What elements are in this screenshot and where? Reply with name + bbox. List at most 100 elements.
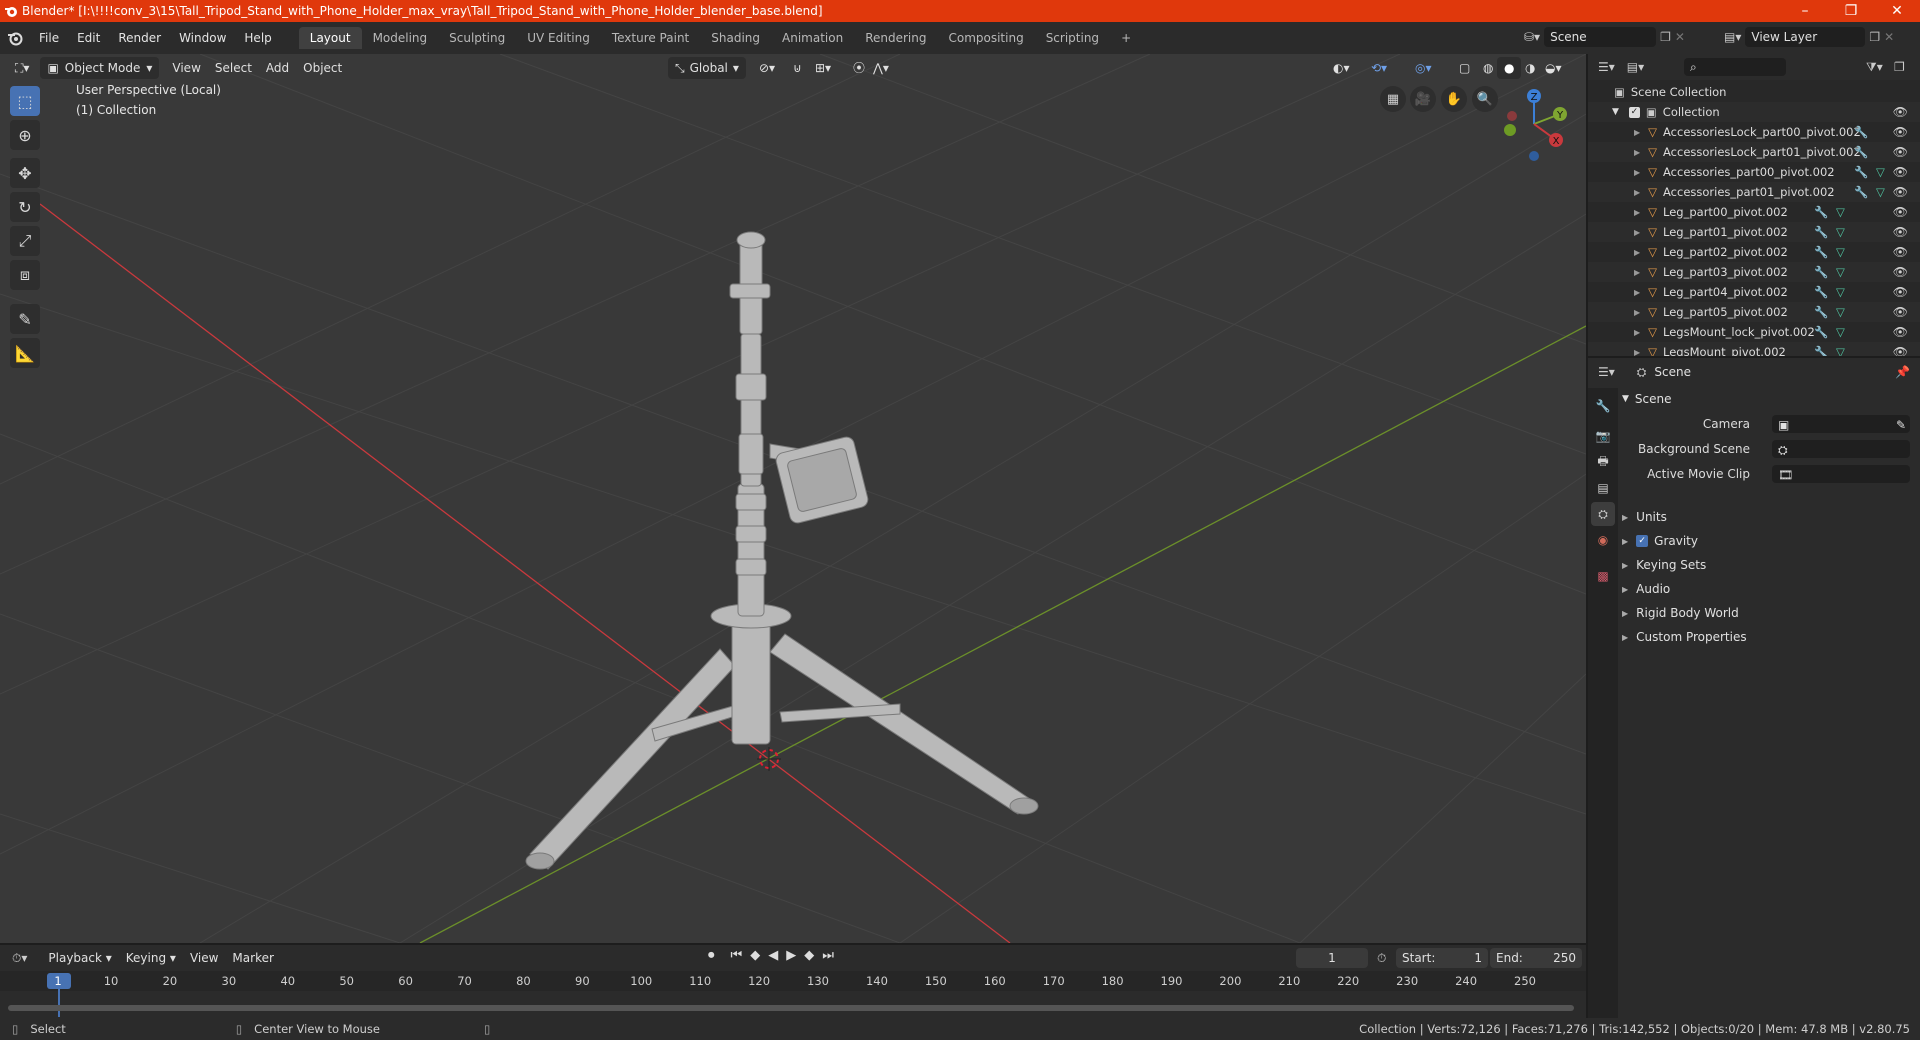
timeline-menu-view[interactable]: View	[183, 947, 225, 969]
scene-tab-icon[interactable]: ⛭	[1591, 502, 1615, 526]
viewport-menu-select[interactable]: Select	[208, 57, 259, 79]
modifier-icon[interactable]: 🔧	[1814, 325, 1828, 339]
eye-icon[interactable]: 👁	[1893, 125, 1908, 139]
eye-icon[interactable]: 👁	[1893, 105, 1908, 119]
output-tab-icon[interactable]: 🖶	[1591, 450, 1615, 474]
tab-compositing[interactable]: Compositing	[937, 27, 1034, 49]
3d-cursor-icon[interactable]	[757, 747, 781, 771]
expand-arrow-icon[interactable]: ▶	[1634, 228, 1640, 237]
expand-arrow-icon[interactable]: ▶	[1634, 208, 1640, 217]
properties-editor-type-icon[interactable]: ☰▾	[1598, 365, 1615, 379]
background-scene-field[interactable]: ⛭	[1772, 440, 1910, 458]
editor-type-icon[interactable]: ⛶▾	[8, 57, 36, 79]
prev-keyframe-icon[interactable]: ◆	[750, 948, 760, 963]
mesh-data-icon[interactable]: ▽	[1836, 325, 1845, 339]
view-layer-field[interactable]: View Layer	[1745, 27, 1866, 47]
cursor-tool-icon[interactable]: ⊕	[10, 120, 40, 150]
mesh-data-icon[interactable]: ▽	[1836, 225, 1845, 239]
tab-shading[interactable]: Shading	[700, 27, 771, 49]
eye-icon[interactable]: 👁	[1893, 325, 1908, 339]
transform-tool-icon[interactable]: ⧈	[10, 260, 40, 290]
tab-animation[interactable]: Animation	[771, 27, 854, 49]
new-scene-icon[interactable]: ❐	[1660, 30, 1671, 44]
display-mode-icon[interactable]: ▤▾	[1627, 60, 1644, 74]
eyedropper-icon[interactable]: ✎	[1896, 415, 1906, 435]
snap-target-icon[interactable]: ⊞▾	[808, 57, 838, 79]
world-tab-icon[interactable]: ◉	[1591, 528, 1615, 552]
pin-icon[interactable]: 📌	[1895, 365, 1910, 379]
render-tab-icon[interactable]: 📷	[1591, 424, 1615, 448]
jump-start-icon[interactable]: ⏮	[731, 948, 743, 963]
outliner-search-input[interactable]: ⌕	[1684, 58, 1786, 76]
modifier-icon[interactable]: 🔧	[1854, 125, 1868, 139]
expand-arrow-icon[interactable]: ▼	[1612, 107, 1619, 117]
pan-view-icon[interactable]: ✋	[1441, 86, 1467, 112]
blender-menu-icon[interactable]	[0, 30, 30, 46]
eye-icon[interactable]: 👁	[1893, 145, 1908, 159]
tool-tab-icon[interactable]: 🔧	[1591, 394, 1615, 418]
outliner-row-scene-collection[interactable]: ▣ Scene Collection	[1588, 82, 1920, 102]
outliner-item-row[interactable]: ▶ ▽ Accessories_part01_pivot.002 🔧 ▽ 👁	[1588, 182, 1920, 202]
expand-arrow-icon[interactable]: ▶	[1634, 188, 1640, 197]
tab-modeling[interactable]: Modeling	[362, 27, 439, 49]
mesh-data-icon[interactable]: ▽	[1836, 265, 1845, 279]
outliner-item-row[interactable]: ▶ ▽ Leg_part05_pivot.002 🔧 ▽ 👁	[1588, 302, 1920, 322]
tab-texture-paint[interactable]: Texture Paint	[601, 27, 700, 49]
move-tool-icon[interactable]: ✥	[10, 158, 40, 188]
remove-view-layer-icon[interactable]: ✕	[1884, 30, 1894, 44]
current-frame-field[interactable]: 1	[1296, 948, 1368, 968]
timeline-menu-playback[interactable]: Playback ▾	[41, 947, 118, 969]
panel-keying-sets[interactable]: ▶ Keying Sets	[1622, 554, 1916, 576]
expand-arrow-icon[interactable]: ▶	[1634, 248, 1640, 257]
end-frame-field[interactable]: End: 250	[1490, 948, 1582, 968]
tab-scripting[interactable]: Scripting	[1035, 27, 1110, 49]
new-collection-icon[interactable]: ❐	[1894, 60, 1905, 74]
start-frame-field[interactable]: Start: 1	[1396, 948, 1488, 968]
active-movie-clip-field[interactable]: 🎞	[1772, 465, 1910, 483]
filter-icon[interactable]: ⧩▾	[1866, 60, 1883, 75]
measure-tool-icon[interactable]: 📐	[10, 338, 40, 368]
play-reverse-icon[interactable]: ◀	[768, 948, 778, 963]
eye-icon[interactable]: 👁	[1893, 205, 1908, 219]
outliner-editor-type-icon[interactable]: ☰▾	[1598, 60, 1615, 74]
outliner-item-row[interactable]: ▶ ▽ Leg_part00_pivot.002 🔧 ▽ 👁	[1588, 202, 1920, 222]
mesh-data-icon[interactable]: ▽	[1836, 345, 1845, 356]
eye-icon[interactable]: 👁	[1893, 305, 1908, 319]
visibility-icon[interactable]: ◐▾	[1326, 57, 1357, 79]
expand-arrow-icon[interactable]: ▶	[1634, 268, 1640, 277]
next-keyframe-icon[interactable]: ◆	[804, 948, 814, 963]
menu-render[interactable]: Render	[109, 27, 170, 49]
navigation-gizmo[interactable]: Z Y X	[1494, 84, 1574, 164]
close-window-button[interactable]: ✕	[1874, 0, 1920, 22]
modifier-icon[interactable]: 🔧	[1814, 345, 1828, 356]
menu-help[interactable]: Help	[235, 27, 280, 49]
outliner-row-collection[interactable]: ▼ ✓ ▣ Collection 👁	[1588, 102, 1920, 122]
mesh-data-icon[interactable]: ▽	[1836, 205, 1845, 219]
gravity-checkbox[interactable]: ✓	[1636, 535, 1649, 547]
eye-icon[interactable]: 👁	[1893, 225, 1908, 239]
scene-field[interactable]: Scene	[1544, 27, 1657, 47]
pivot-point-icon[interactable]: ⊘▾	[752, 57, 782, 79]
outliner-item-row[interactable]: ▶ ▽ LegsMount_pivot.002 🔧 ▽ 👁	[1588, 342, 1920, 356]
rotate-tool-icon[interactable]: ↻	[10, 192, 40, 222]
modifier-icon[interactable]: 🔧	[1814, 205, 1828, 219]
panel-audio[interactable]: ▶ Audio	[1622, 578, 1916, 600]
outliner-item-row[interactable]: ▶ ▽ Leg_part03_pivot.002 🔧 ▽ 👁	[1588, 262, 1920, 282]
timeline-scrollbar[interactable]	[8, 1005, 1574, 1011]
minimize-button[interactable]: –	[1782, 0, 1828, 22]
falloff-icon[interactable]: ⋀▾	[866, 57, 896, 79]
play-icon[interactable]: ▶	[786, 948, 796, 963]
gizmo-toggle-icon[interactable]: ⟲▾	[1364, 57, 1394, 79]
outliner-item-row[interactable]: ▶ ▽ Leg_part02_pivot.002 🔧 ▽ 👁	[1588, 242, 1920, 262]
modifier-icon[interactable]: 🔧	[1814, 265, 1828, 279]
expand-arrow-icon[interactable]: ▶	[1634, 288, 1640, 297]
tab-rendering[interactable]: Rendering	[854, 27, 937, 49]
outliner-item-row[interactable]: ▶ ▽ AccessoriesLock_part00_pivot.002 🔧 👁	[1588, 122, 1920, 142]
panel-gravity[interactable]: ▶ ✓ Gravity	[1622, 530, 1916, 552]
mesh-data-icon[interactable]: ▽	[1876, 185, 1885, 199]
panel-custom-properties[interactable]: ▶ Custom Properties	[1622, 626, 1916, 648]
view-layer-tab-icon[interactable]: ▤	[1591, 476, 1615, 500]
orientation-dropdown[interactable]: ⤡ Global ▾	[668, 57, 746, 79]
modifier-icon[interactable]: 🔧	[1814, 245, 1828, 259]
outliner-item-row[interactable]: ▶ ▽ AccessoriesLock_part01_pivot.002 🔧 👁	[1588, 142, 1920, 162]
